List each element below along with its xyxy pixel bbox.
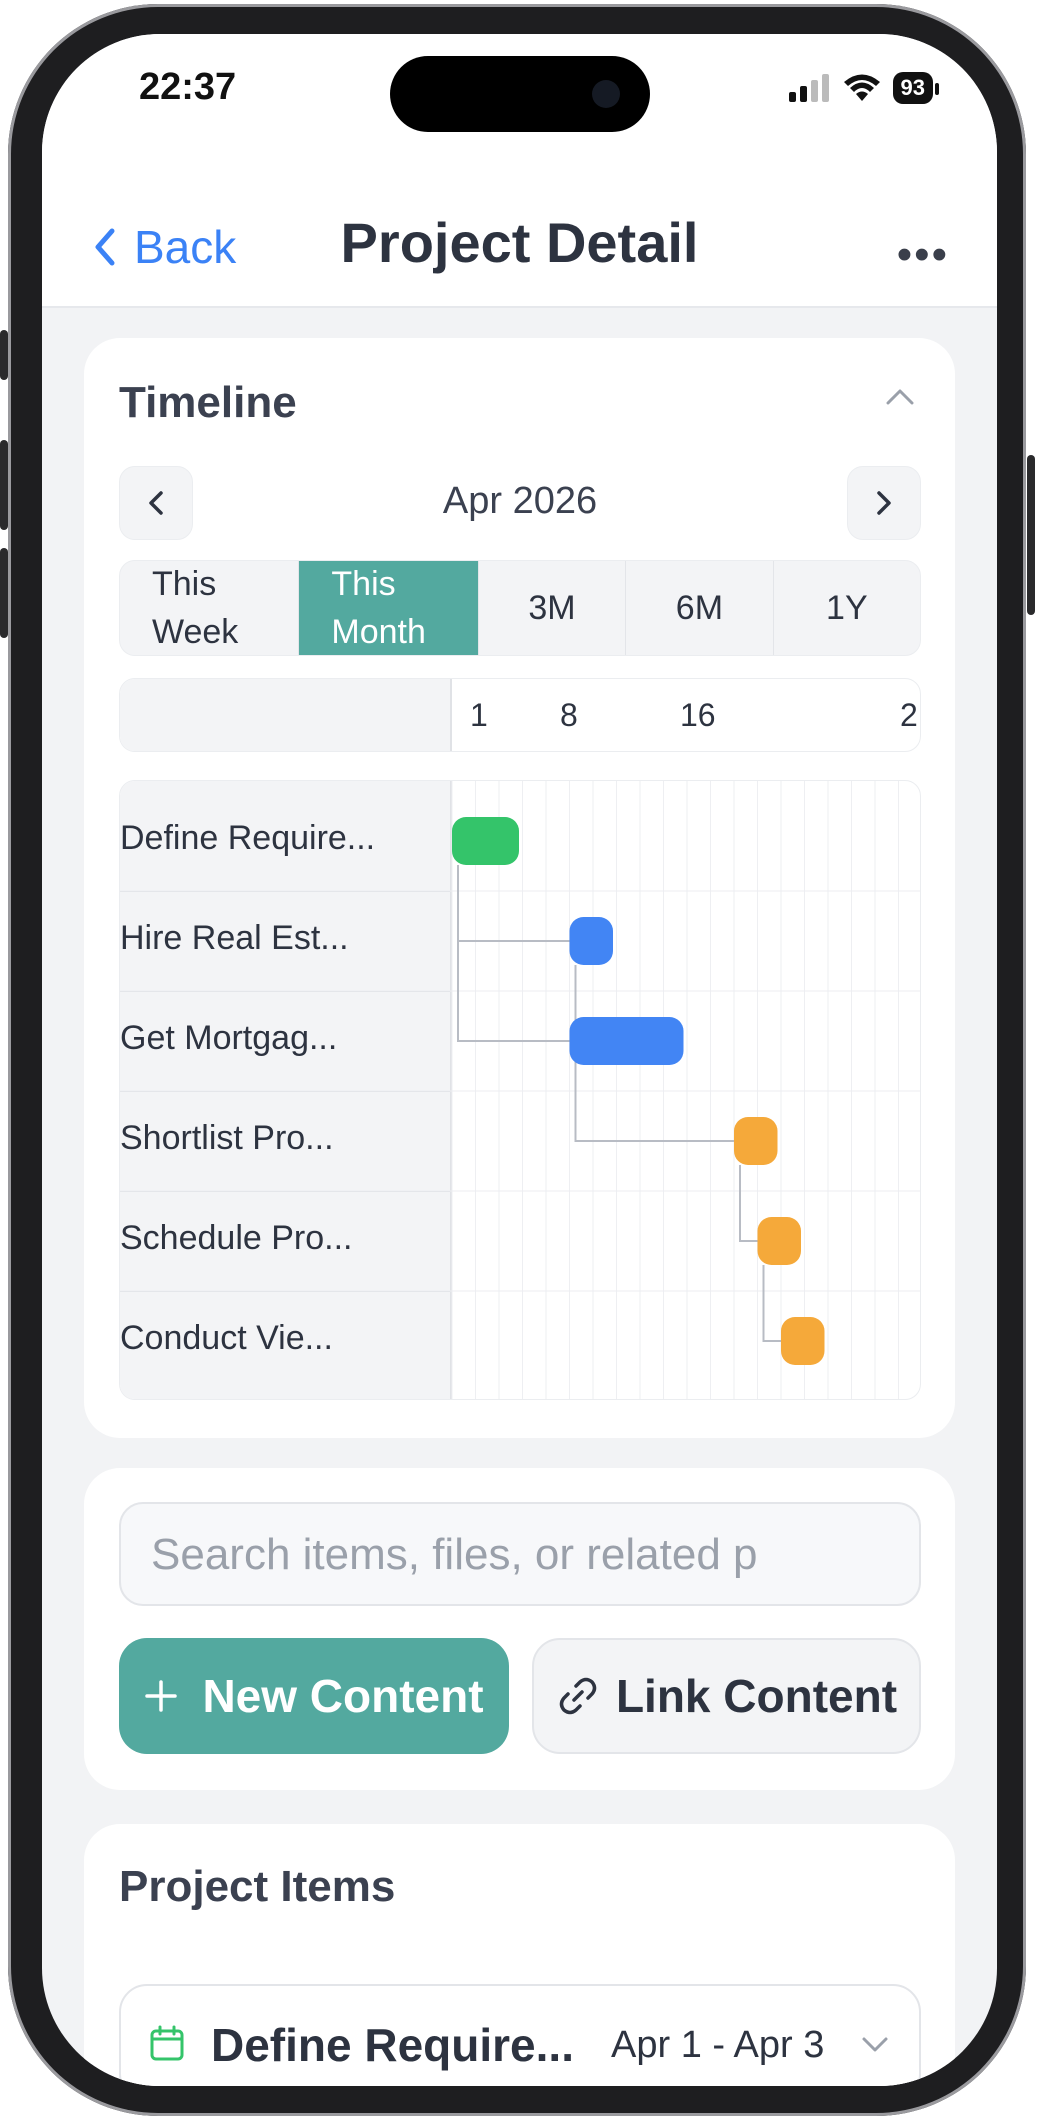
timeline-card: Timeline Apr 2026 This Week This Month 3M … [84, 338, 955, 1438]
chevron-right-icon [877, 491, 891, 515]
chevron-up-icon[interactable] [885, 388, 915, 406]
signal-icon [788, 74, 829, 102]
screen: 22:37 93 Back Project Detail ••• Timelin… [42, 34, 997, 2086]
label-divider [120, 1191, 450, 1192]
segment-label: This [331, 565, 396, 603]
timeline-axis: 1 8 16 2 [119, 678, 921, 752]
axis-label-column [120, 679, 452, 751]
task-bar[interactable] [569, 917, 614, 965]
volume-down-button [0, 548, 8, 638]
gantt-chart: Define Require... Hire Real Est... Get Mor… [119, 780, 921, 1400]
project-item[interactable]: Define Require... Apr 1 - Apr 3 [119, 1984, 921, 2086]
battery-indicator: 93 [892, 72, 940, 104]
label-divider [120, 991, 450, 992]
task-label: Get Mortgag... [120, 1019, 338, 1057]
link-content-label: Link Content [615, 1670, 898, 1722]
task-bar[interactable] [781, 1317, 825, 1365]
dependency-line [457, 865, 570, 942]
label-divider [120, 891, 450, 892]
next-month-button[interactable] [847, 466, 921, 540]
power-button [1027, 455, 1035, 615]
label-divider [120, 1291, 450, 1292]
month-navigator: Apr 2026 [119, 466, 921, 540]
range-selector: This Week This Month 3M 6M 1Y [119, 560, 921, 656]
dependency-line [762, 1265, 781, 1342]
segment-this-month[interactable]: This Month [299, 561, 479, 655]
link-icon [559, 1677, 597, 1715]
task-label: Define Require... [120, 819, 376, 857]
axis-tick: 1 [470, 697, 488, 733]
task-bar[interactable] [757, 1217, 802, 1265]
wifi-icon [843, 74, 880, 101]
project-items-title: Project Items [119, 1862, 396, 1911]
segment-label: Month [331, 613, 426, 651]
project-item-name: Define Require... [211, 2019, 574, 2071]
camera-icon [592, 80, 620, 108]
month-label: Apr 2026 [442, 480, 598, 522]
dynamic-island [390, 56, 650, 132]
project-item-dates: Apr 1 - Apr 3 [611, 2024, 825, 2066]
segment-3m[interactable]: 3M [479, 561, 627, 655]
status-bar: 22:37 93 [42, 34, 997, 184]
new-content-button[interactable]: New Content [119, 1638, 509, 1754]
segment-this-week[interactable]: This Week [120, 561, 300, 655]
task-bar[interactable] [452, 817, 519, 865]
segment-label: This [152, 565, 217, 603]
page-title: Project Detail [340, 211, 699, 274]
project-items-card: Project Items Define Require... Apr 1 - … [84, 1824, 955, 2086]
status-icons: 93 [788, 72, 940, 104]
nav-bar: Back Project Detail ••• [42, 184, 997, 308]
plus-icon [145, 1680, 178, 1712]
calendar-icon [150, 2025, 184, 2061]
axis-tick: 8 [560, 697, 578, 733]
label-divider [120, 1091, 450, 1092]
segment-label: Week [152, 613, 239, 651]
timeline-title: Timeline [119, 378, 297, 427]
task-bar[interactable] [569, 1017, 684, 1065]
more-options-icon[interactable]: ••• [897, 230, 949, 280]
dependency-line [739, 1165, 758, 1242]
volume-up-button [0, 440, 8, 530]
axis-tick: 2 [900, 697, 918, 733]
status-time: 22:37 [139, 66, 237, 108]
search-input[interactable]: Search items, files, or related p [119, 1502, 921, 1606]
axis-tick: 16 [680, 697, 716, 733]
task-label: Hire Real Est... [120, 919, 349, 957]
chevron-down-icon[interactable] [861, 2036, 889, 2054]
task-label: Schedule Pro... [120, 1219, 353, 1257]
new-content-label: New Content [202, 1670, 484, 1722]
link-content-button[interactable]: Link Content [532, 1638, 921, 1754]
task-label: Shortlist Pro... [120, 1119, 334, 1157]
task-bar[interactable] [734, 1117, 778, 1165]
segment-6m[interactable]: 6M [626, 561, 774, 655]
segment-1y[interactable]: 1Y [774, 561, 920, 655]
task-label: Conduct Vie... [120, 1319, 333, 1357]
actions-card: Search items, files, or related p New Co… [84, 1468, 955, 1790]
mute-switch [0, 330, 8, 380]
